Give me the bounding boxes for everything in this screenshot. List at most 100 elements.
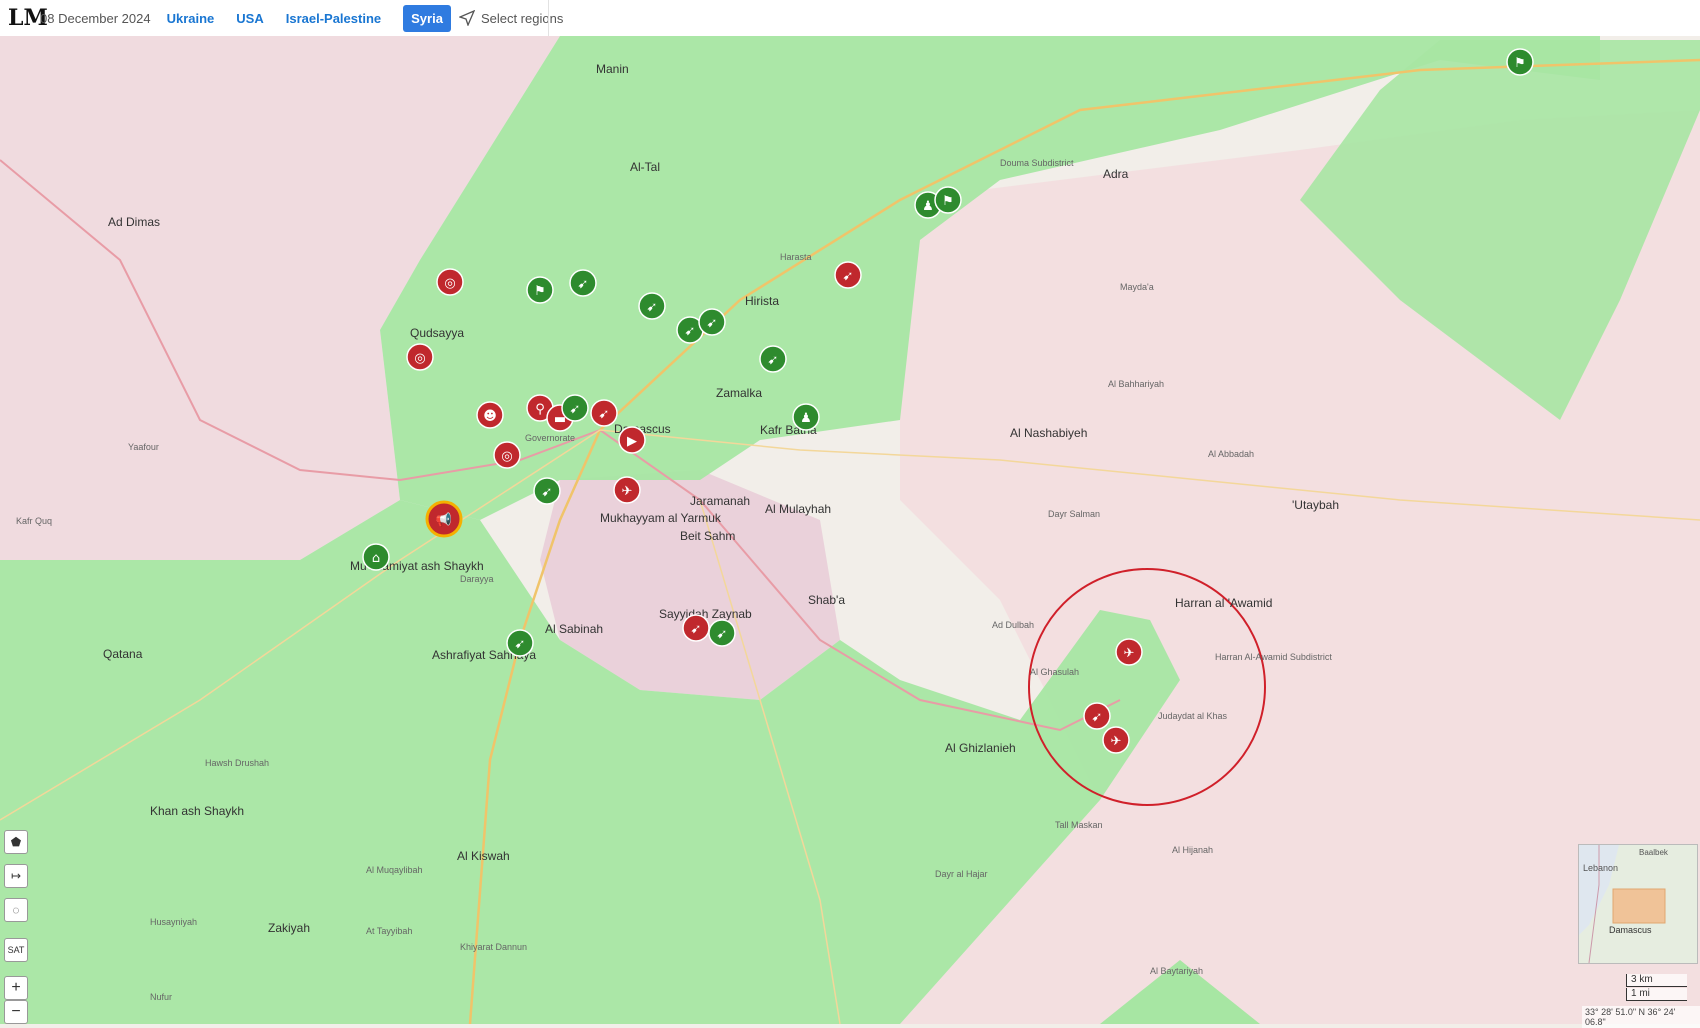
marker-red-jet-icon[interactable]: ✈	[613, 476, 641, 504]
eye-off-icon[interactable]: ◌	[4, 898, 28, 922]
map-label-mayda: Mayda'a	[1120, 282, 1154, 292]
map-label-zakiyah: Zakiyah	[268, 921, 310, 935]
zoom-in-button[interactable]: +	[4, 976, 28, 1000]
region-link-israel-palestine[interactable]: Israel-Palestine	[286, 11, 381, 26]
svg-text:♟: ♟	[922, 199, 934, 214]
map-label-judaydat-al-khas: Judaydat al Khas	[1158, 711, 1228, 721]
map-label-dayr-al-hajar: Dayr al Hajar	[935, 869, 988, 879]
navigate-icon	[458, 10, 475, 26]
map-label-darayya: Darayya	[460, 574, 494, 584]
marker-green-building-icon[interactable]: ⌂	[362, 543, 390, 571]
svg-text:➹: ➹	[599, 407, 610, 422]
svg-text:◎: ◎	[501, 449, 512, 464]
map-label-tall-maskan: Tall Maskan	[1055, 820, 1103, 830]
minimap-label-lebanon: Lebanon	[1583, 863, 1618, 873]
marker-red-target-icon[interactable]: ◎	[436, 268, 464, 296]
map-label-ad-dulbah: Ad Dulbah	[992, 620, 1034, 630]
minimap[interactable]: Lebanon Baalbek Damascus	[1578, 844, 1698, 964]
map-label-al-hijanah: Al Hijanah	[1172, 845, 1213, 855]
marker-red-rifle-icon[interactable]: ➹	[1083, 702, 1111, 730]
marker-green-flag-icon[interactable]: ⚑	[934, 186, 962, 214]
marker-green-rifle-icon[interactable]: ➹	[759, 345, 787, 373]
map-label-al-tayyibah: At Tayyibah	[366, 926, 412, 936]
marker-red-video-icon[interactable]: ▶	[618, 426, 646, 454]
map-label-khan-ash-shaykh: Khan ash Shaykh	[150, 804, 244, 818]
map-label-ad-dimas: Ad Dimas	[108, 215, 160, 229]
divider	[548, 0, 549, 36]
date-label[interactable]: 08 December 2024	[40, 11, 151, 26]
svg-text:✈: ✈	[622, 484, 633, 499]
map-label-al-mulayhah: Al Mulayhah	[765, 502, 831, 516]
map-label-kafr-quq: Kafr Quq	[16, 516, 52, 526]
marker-green-rifle-icon[interactable]: ➹	[708, 619, 736, 647]
marker-green-rifle-icon[interactable]: ➹	[533, 477, 561, 505]
marker-red-plane-icon[interactable]: ✈	[1115, 638, 1143, 666]
svg-text:➹: ➹	[685, 324, 696, 339]
map-label-al-sabinah: Al Sabinah	[545, 622, 603, 636]
marker-red-rifle-icon[interactable]: ➹	[682, 614, 710, 642]
region-link-syria[interactable]: Syria	[403, 4, 451, 32]
svg-text:➹: ➹	[515, 637, 526, 652]
map-label-harran-sub: Harran Al-Awamid Subdistrict	[1215, 652, 1332, 662]
svg-text:➹: ➹	[578, 277, 589, 292]
marker-green-rifle-icon[interactable]: ➹	[638, 292, 666, 320]
marker-red-target-icon[interactable]: ◎	[406, 343, 434, 371]
map-label-dayr-salman: Dayr Salman	[1048, 509, 1100, 519]
marker-red-megaphone-icon[interactable]: 📢	[425, 500, 463, 538]
map-label-harasta: Harasta	[780, 252, 812, 262]
map-label-manin: Manin	[596, 62, 629, 76]
svg-text:♟: ♟	[800, 411, 812, 426]
svg-text:⚑: ⚑	[942, 194, 954, 209]
marker-green-rifle-icon[interactable]: ➹	[698, 308, 726, 336]
marker-green-flag-icon[interactable]: ⚑	[526, 276, 554, 304]
marker-red-person-icon[interactable]: ☻	[476, 401, 504, 429]
minimap-label-damascus: Damascus	[1609, 925, 1652, 935]
svg-text:➹: ➹	[570, 402, 581, 417]
marker-green-flag-icon[interactable]: ⚑	[1506, 48, 1534, 76]
map-label-al-nashabiyeh: Al Nashabiyeh	[1010, 426, 1087, 440]
polygon-icon[interactable]: ⬟	[4, 830, 28, 854]
marker-green-rifle-icon[interactable]: ➹	[561, 394, 589, 422]
svg-text:➹: ➹	[843, 269, 854, 284]
svg-text:⚑: ⚑	[1514, 56, 1526, 71]
measure-arrow-icon[interactable]: ↦	[4, 864, 28, 888]
map-label-governorate: Governorate	[525, 433, 575, 443]
svg-text:➹: ➹	[768, 353, 779, 368]
map-label-douma: Douma Subdistrict	[1000, 158, 1074, 168]
map-label-nuhayr: Nufur	[150, 992, 172, 1002]
map-label-hirista: Hirista	[745, 294, 779, 308]
map-label-al-baytariyah: Al Baytariyah	[1150, 966, 1203, 976]
marker-red-plane-icon[interactable]: ✈	[1102, 726, 1130, 754]
coordinates-readout: 33° 28' 51.0" N 36° 24' 06.8"	[1582, 1006, 1700, 1028]
map-label-al-tal: Al-Tal	[630, 160, 660, 174]
zoom-out-button[interactable]: −	[4, 1000, 28, 1024]
svg-text:➹: ➹	[717, 627, 728, 642]
svg-text:➹: ➹	[691, 622, 702, 637]
map-label-al-muqaylibah: Al Muqaylibah	[366, 865, 423, 875]
marker-green-rifle-icon[interactable]: ➹	[506, 629, 534, 657]
svg-text:☻: ☻	[483, 409, 497, 424]
map-canvas[interactable]: Damascus Governorate Qudsayya Ad Dimas Al-Ta…	[0, 36, 1700, 1024]
map-label-beit-sahm: Beit Sahm	[680, 529, 735, 543]
map-label-al-bahhariyah: Al Bahhariyah	[1108, 379, 1164, 389]
marker-green-rifle-icon[interactable]: ➹	[569, 269, 597, 297]
svg-text:▶: ▶	[627, 434, 637, 449]
satellite-toggle-button[interactable]: SAT	[4, 938, 28, 962]
svg-text:✈: ✈	[1111, 734, 1122, 749]
map-label-al-ghasulah: Al Ghasulah	[1030, 667, 1079, 677]
marker-red-target-icon[interactable]: ◎	[493, 441, 521, 469]
marker-red-rifle-icon[interactable]: ➹	[834, 261, 862, 289]
marker-red-rifle-icon[interactable]: ➹	[590, 399, 618, 427]
map-label-zamalka: Zamalka	[716, 386, 762, 400]
map-label-khiyarat-dannun: Khiyarat Dannun	[460, 942, 527, 952]
map-label-al-kiswah: Al Kiswah	[457, 849, 510, 863]
region-link-usa[interactable]: USA	[236, 11, 263, 26]
minimap-label-baalbek: Baalbek	[1639, 848, 1669, 857]
region-link-ukraine[interactable]: Ukraine	[167, 11, 215, 26]
map-label-mukhayyam: Mukhayyam al Yarmuk	[600, 511, 722, 525]
marker-green-people-icon[interactable]: ♟	[792, 403, 820, 431]
logo[interactable]: LM	[8, 7, 48, 29]
map-label-jaramanah: Jaramanah	[690, 494, 750, 508]
svg-text:◎: ◎	[444, 276, 455, 291]
svg-text:➹: ➹	[647, 300, 658, 315]
